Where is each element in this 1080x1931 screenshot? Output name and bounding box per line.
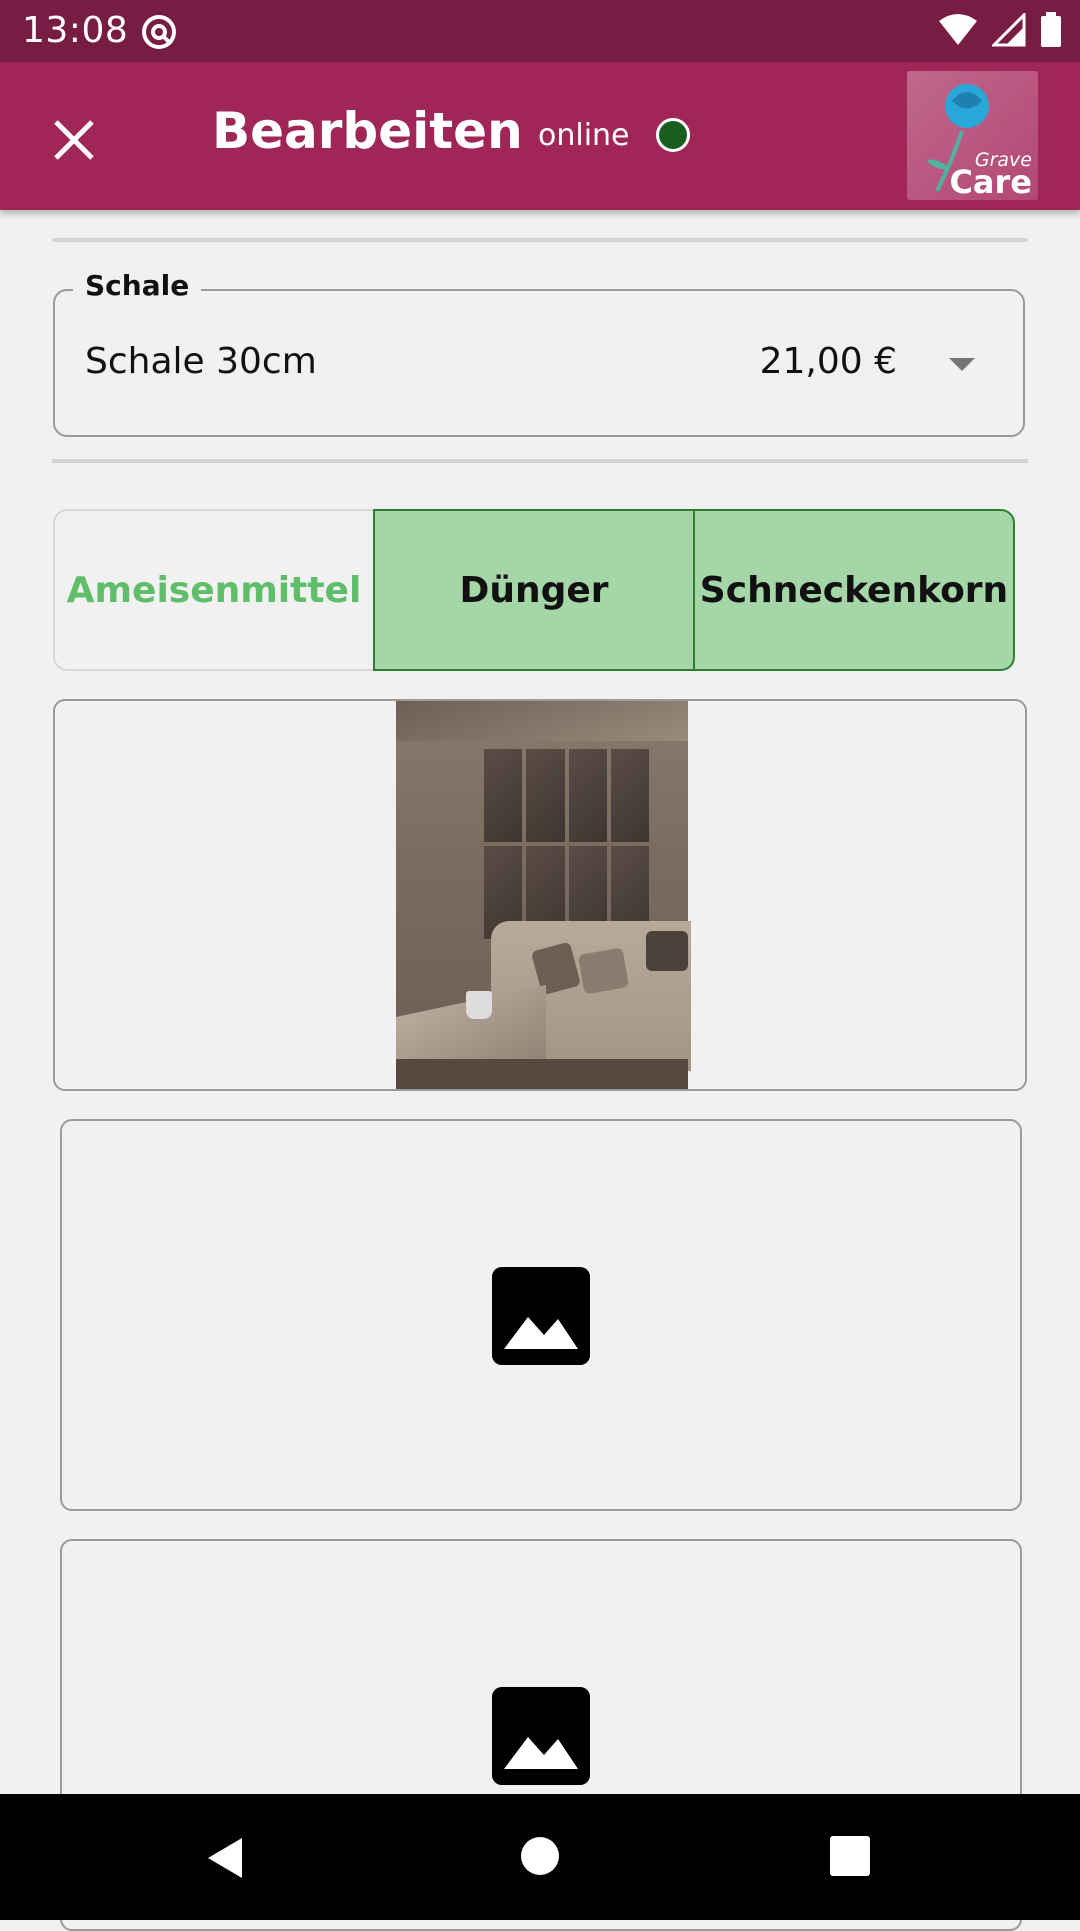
toggle-schneckenkorn[interactable]: Schneckenkorn [695,509,1015,671]
close-icon[interactable] [50,116,98,164]
page-title: Bearbeiten [212,102,523,160]
image-placeholder-icon [492,1267,590,1365]
status-bar: 13:08 [0,0,1080,62]
photo-icon [396,701,691,1089]
divider [52,459,1028,463]
app-logo: Grave Care [907,71,1038,201]
signal-icon [992,13,1026,47]
recents-icon[interactable] [830,1836,870,1876]
battery-icon [1041,12,1061,47]
at-sign-icon [142,15,176,49]
logo-text-care: Care [949,163,1032,201]
schale-select-price: 21,00 € [759,341,897,382]
schale-select[interactable]: Schale Schale 30cm 21,00 € [53,269,1025,437]
schale-select-value: Schale 30cm [85,341,317,382]
image-placeholder-icon [492,1687,590,1785]
image-card-placeholder[interactable] [60,1119,1022,1511]
system-nav-bar [0,1794,1080,1920]
toggle-ameisenmittel[interactable]: Ameisenmittel [53,509,373,671]
schale-select-label: Schale [73,269,202,302]
divider [52,238,1028,242]
image-card-photo[interactable] [53,699,1027,1091]
connection-status-label: online [538,118,630,153]
treatment-toggle-group: Ameisenmittel Dünger Schneckenkorn [53,509,1015,671]
status-time: 13:08 [22,10,129,51]
toggle-duenger[interactable]: Dünger [373,509,695,671]
back-icon[interactable] [204,1836,246,1880]
app-bar: Bearbeiten online Grave Care [0,62,1080,210]
chevron-down-icon[interactable] [949,358,975,371]
connection-status-indicator [656,118,690,152]
wifi-icon [939,14,977,45]
home-icon[interactable] [520,1836,560,1876]
